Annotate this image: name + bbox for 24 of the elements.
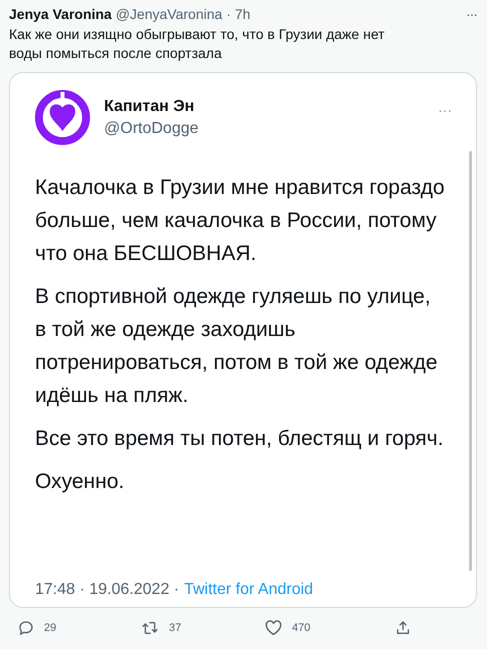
tweet-time: · 7h — [226, 6, 250, 22]
avatar-icon — [35, 90, 90, 145]
reply-button[interactable]: 29 — [18, 620, 141, 636]
retweet-button[interactable]: 37 — [141, 620, 265, 636]
more-button[interactable]: ··· — [466, 6, 477, 22]
tweet-text: Как же они изящно обыгрывают то, что в Грузии даже нет воды помыться после спортзала — [9, 25, 386, 63]
tweet-paragraph: В спортивной одежде гуляешь по улице, в той же одежде заходишь потренироваться, потом в той же одежде идёшь на пляж. — [35, 284, 438, 409]
tweet-paragraph: Все это время ты потен, блестящ и горяч. — [35, 426, 444, 452]
quoted-author-handle: @OrtoDogge — [104, 120, 199, 138]
tweet-timestamp: 17:48 · 19.06.2022 · — [35, 581, 180, 599]
tweet-paragraph: Охуенно. — [35, 469, 126, 495]
more-button[interactable]: ··· — [438, 102, 452, 118]
share-icon — [395, 620, 411, 636]
scrollbar[interactable] — [469, 151, 472, 571]
author-name[interactable]: Jenya Varonina — [9, 6, 112, 22]
retweet-icon — [141, 620, 159, 636]
like-button[interactable]: 470 — [265, 620, 395, 636]
tweet-paragraph: Качалочка в Грузии мне нравится гораздо больше, чем качалочка в России, потому что она БЕСШОВНАЯ. — [35, 175, 445, 267]
quoted-author-name[interactable]: Капитан Эн — [104, 98, 199, 116]
source-link[interactable]: Twitter for Android — [184, 581, 314, 599]
heart-icon — [265, 620, 282, 636]
reply-icon — [18, 620, 34, 636]
author-handle: @JenyaVaronina — [116, 6, 222, 22]
quoted-tweet-card[interactable] — [9, 72, 477, 608]
